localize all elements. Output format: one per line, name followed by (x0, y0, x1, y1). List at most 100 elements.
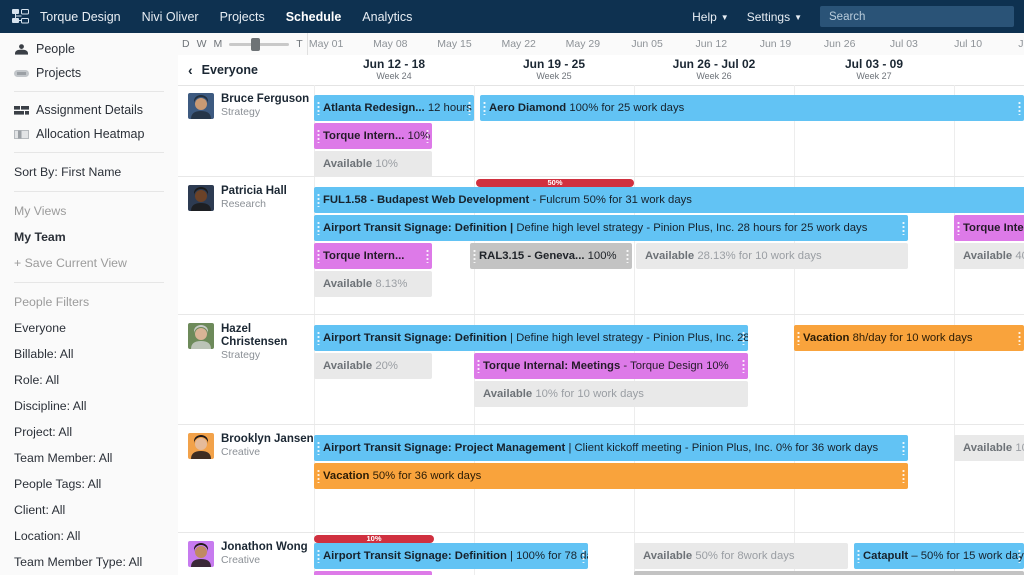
assignment-bar[interactable]: Available 100 (954, 435, 1024, 461)
resize-handle-right[interactable] (902, 441, 905, 455)
resize-handle-left[interactable] (317, 193, 320, 207)
assignment-bar[interactable]: Torque Intern... 10% (314, 571, 432, 575)
assignment-bar[interactable]: Available 10% (314, 151, 432, 177)
nav-link-schedule[interactable]: Schedule (286, 10, 342, 24)
avatar[interactable] (188, 433, 214, 459)
assignment-bar[interactable]: Torque Internal: Meetings - Torque Desig… (474, 353, 748, 379)
filter-discipline[interactable]: Discipline: All (0, 393, 178, 419)
resize-handle-right[interactable] (902, 469, 905, 483)
avatar[interactable] (188, 541, 214, 567)
filter-team-member[interactable]: Team Member: All (0, 445, 178, 471)
assignment-bar[interactable]: Torque Intern... 10% (314, 123, 432, 149)
person-name: Patricia Hall (221, 185, 287, 197)
assignment-label: Airport Transit Signage: Definition | De… (323, 332, 748, 344)
assignment-bar[interactable]: Airport Transit Signage: Definition | De… (314, 325, 748, 351)
chevron-left-icon[interactable]: ‹ (188, 62, 193, 78)
search-input[interactable] (820, 6, 1014, 27)
assignment-bar[interactable]: Atlanta Redesign... 12 hours (314, 95, 474, 121)
resize-handle-right[interactable] (1018, 549, 1021, 563)
avatar[interactable] (188, 93, 214, 119)
filter-project[interactable]: Project: All (0, 419, 178, 445)
resize-handle-left[interactable] (317, 221, 320, 235)
nav-link-projects[interactable]: Projects (220, 10, 265, 24)
resize-handle-right[interactable] (902, 221, 905, 235)
zoom-slider[interactable] (229, 33, 290, 55)
resize-handle-left[interactable] (317, 101, 320, 115)
save-current-view-button[interactable]: + Save Current View (0, 250, 178, 276)
scale-month-button[interactable]: M (214, 38, 223, 50)
resize-handle-right[interactable] (426, 249, 429, 263)
resize-handle-left[interactable] (317, 129, 320, 143)
person-info[interactable]: Jonathon Wong Creative (178, 533, 314, 567)
month-ruler: May 01 May 08 May 15 May 22 May 29 Jun 05 Jun … (308, 33, 1024, 55)
assignment-bar[interactable]: Vacation 8h/day for 10 work days (794, 325, 1024, 351)
resize-handle-left[interactable] (957, 221, 960, 235)
assignment-bar[interactable]: Catapult – 50% for 15 work days (854, 543, 1024, 569)
resize-handle-left[interactable] (473, 249, 476, 263)
assignment-bar[interactable]: Airport Transit Signage: Definition | De… (314, 215, 908, 241)
filter-role[interactable]: Role: All (0, 367, 178, 393)
saved-view-my-team[interactable]: My Team (0, 224, 178, 250)
resize-handle-left[interactable] (797, 331, 800, 345)
resize-handle-left[interactable] (317, 549, 320, 563)
sidebar-item-projects[interactable]: Projects (0, 61, 178, 85)
avatar[interactable] (188, 323, 214, 349)
zoom-slider-thumb[interactable] (251, 37, 261, 51)
resize-handle-right[interactable] (426, 129, 429, 143)
assignment-bar[interactable]: Airport Transit Signage: Project Managem… (314, 435, 908, 461)
resize-handle-right[interactable] (582, 549, 585, 563)
assignment-bar[interactable]: Torque Inter (954, 215, 1024, 241)
nav-link-user[interactable]: Nivi Oliver (142, 10, 199, 24)
resize-handle-right[interactable] (742, 359, 745, 373)
person-info[interactable]: Patricia Hall Research (178, 177, 314, 211)
assignment-bar[interactable]: Available 40% (954, 243, 1024, 269)
sidebar-item-people[interactable]: People (0, 37, 178, 61)
settings-menu[interactable]: Settings ▼ (747, 10, 802, 24)
filter-location[interactable]: Location: All (0, 523, 178, 549)
resize-handle-right[interactable] (1018, 331, 1021, 345)
resize-handle-left[interactable] (477, 359, 480, 373)
help-menu[interactable]: Help ▼ (692, 10, 729, 24)
person-info[interactable]: Hazel Christensen Strategy (178, 315, 314, 362)
resize-handle-left[interactable] (317, 331, 320, 345)
assignment-bar[interactable]: RAL3.15 - Geneva... 100% (470, 243, 632, 269)
app-logo-icon[interactable] (0, 9, 40, 24)
assignment-bar[interactable]: FUL1.58 - Budapest Web Development - Ful… (314, 187, 1024, 213)
resize-handle-right[interactable] (1018, 101, 1021, 115)
assignment-bar[interactable]: Available 8.13% (314, 271, 432, 297)
resize-handle-right[interactable] (742, 331, 745, 345)
resize-handle-left[interactable] (317, 469, 320, 483)
assignment-bar[interactable]: Available 50% for 8work days (634, 543, 848, 569)
resize-handle-left[interactable] (317, 441, 320, 455)
person-info[interactable]: Bruce Ferguson Strategy (178, 85, 314, 119)
filter-people-tags[interactable]: People Tags: All (0, 471, 178, 497)
assignment-bar[interactable]: Vacation 50% for 36 work days (314, 463, 908, 489)
nav-link-org[interactable]: Torque Design (40, 10, 121, 24)
resize-handle-right[interactable] (468, 101, 471, 115)
assignment-bar[interactable]: Available 20% (314, 353, 432, 379)
group-header-everyone[interactable]: ‹ Everyone (178, 55, 314, 85)
scale-week-button[interactable]: W (197, 38, 207, 50)
filter-team-member-type[interactable]: Team Member Type: All (0, 549, 178, 575)
avatar[interactable] (188, 185, 214, 211)
person-info[interactable]: Brooklyn Jansen Creative (178, 425, 314, 459)
assignment-bar[interactable]: Torque Intern... (314, 243, 432, 269)
filter-billable[interactable]: Billable: All (0, 341, 178, 367)
resize-handle-left[interactable] (483, 101, 486, 115)
sort-by-control[interactable]: Sort By: First Name (0, 159, 178, 185)
sidebar-item-assignment-details[interactable]: Assignment Details (0, 98, 178, 122)
scale-day-button[interactable]: D (182, 38, 190, 50)
sidebar-item-allocation-heatmap[interactable]: Allocation Heatmap (0, 122, 178, 146)
assignment-bar[interactable]: Test X – 50% for 11 work days (634, 571, 1024, 575)
assignment-bar[interactable]: Available 28.13% for 10 work days (636, 243, 908, 269)
filter-client[interactable]: Client: All (0, 497, 178, 523)
resize-handle-left[interactable] (857, 549, 860, 563)
filter-everyone[interactable]: Everyone (0, 315, 178, 341)
resize-handle-left[interactable] (317, 249, 320, 263)
nav-link-analytics[interactable]: Analytics (362, 10, 412, 24)
resize-handle-right[interactable] (626, 249, 629, 263)
week-header-bar: ‹ Everyone Jun 12 - 18 Week 24 Jun 19 - 25… (178, 55, 1024, 86)
assignment-bar[interactable]: Airport Transit Signage: Definition | 10… (314, 543, 588, 569)
assignment-bar[interactable]: Aero Diamond 100% for 25 work days (480, 95, 1024, 121)
assignment-bar[interactable]: Available 10% for 10 work days (474, 381, 748, 407)
